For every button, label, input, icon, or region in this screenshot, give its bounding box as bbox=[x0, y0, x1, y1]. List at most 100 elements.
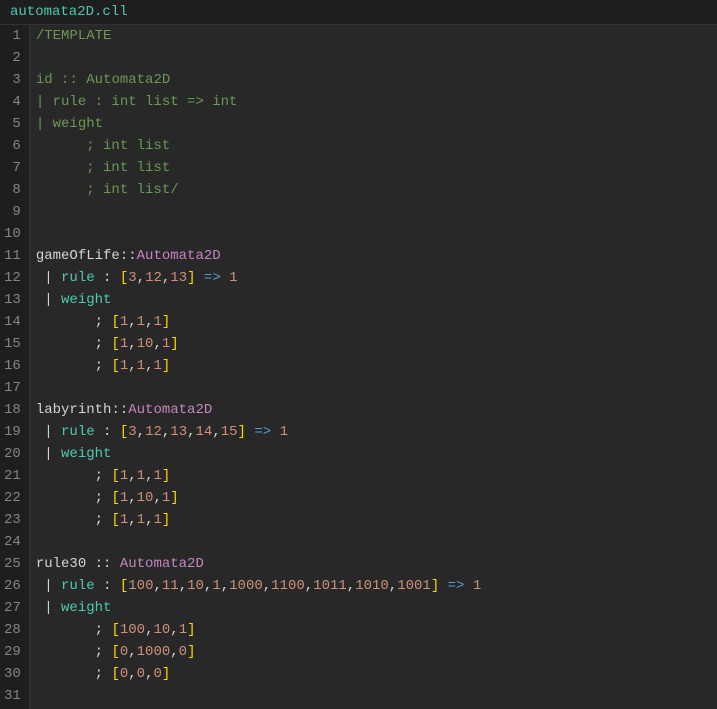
code-line[interactable]: | weight bbox=[36, 597, 717, 619]
token: 15 bbox=[221, 424, 238, 440]
line-number: 14 bbox=[4, 311, 21, 333]
token: , bbox=[128, 512, 136, 528]
code-area[interactable]: /TEMPLATEid :: Automata2D| rule : int li… bbox=[30, 25, 717, 709]
code-line[interactable] bbox=[36, 531, 717, 553]
token: 1000 bbox=[137, 644, 171, 660]
token: 13 bbox=[170, 424, 187, 440]
token: , bbox=[128, 358, 136, 374]
token: weight bbox=[61, 292, 111, 308]
code-line[interactable]: ; int list bbox=[36, 135, 717, 157]
token: ; bbox=[36, 512, 112, 528]
token: ] bbox=[238, 424, 246, 440]
code-line[interactable]: ; [1,1,1] bbox=[36, 311, 717, 333]
line-number: 20 bbox=[4, 443, 21, 465]
line-number: 31 bbox=[4, 685, 21, 707]
token: [ bbox=[111, 490, 119, 506]
code-line[interactable]: ; int list bbox=[36, 157, 717, 179]
line-number: 12 bbox=[4, 267, 21, 289]
token: ] bbox=[170, 490, 178, 506]
token bbox=[53, 600, 61, 616]
token: 10 bbox=[153, 622, 170, 638]
code-line[interactable]: gameOfLife::Automata2D bbox=[36, 245, 717, 267]
token: 1 bbox=[120, 468, 128, 484]
token: ; bbox=[36, 336, 112, 352]
token bbox=[271, 424, 279, 440]
code-line[interactable]: ; [1,10,1] bbox=[36, 487, 717, 509]
token bbox=[53, 446, 61, 462]
filename-label: automata2D.cll bbox=[10, 4, 128, 20]
token: rule30 bbox=[36, 556, 86, 572]
token: ] bbox=[162, 512, 170, 528]
token: => bbox=[448, 578, 465, 594]
tab-title[interactable]: automata2D.cll bbox=[0, 0, 717, 25]
token: ] bbox=[170, 336, 178, 352]
token: 1 bbox=[473, 578, 481, 594]
code-line[interactable]: rule30 :: Automata2D bbox=[36, 553, 717, 575]
token: , bbox=[128, 490, 136, 506]
token: /TEMPLATE bbox=[36, 28, 112, 44]
token bbox=[196, 270, 204, 286]
token: , bbox=[153, 578, 161, 594]
code-line[interactable] bbox=[36, 201, 717, 223]
token: rule bbox=[61, 424, 95, 440]
token: => bbox=[254, 424, 271, 440]
line-number: 26 bbox=[4, 575, 21, 597]
code-line[interactable] bbox=[36, 223, 717, 245]
token: , bbox=[137, 270, 145, 286]
token: , bbox=[128, 666, 136, 682]
code-line[interactable] bbox=[36, 47, 717, 69]
token bbox=[53, 292, 61, 308]
line-number: 11 bbox=[4, 245, 21, 267]
token: | bbox=[44, 600, 52, 616]
code-line[interactable]: | rule : [3,12,13,14,15] => 1 bbox=[36, 421, 717, 443]
line-number: 10 bbox=[4, 223, 21, 245]
code-line[interactable]: | weight bbox=[36, 113, 717, 135]
token bbox=[53, 578, 61, 594]
code-line[interactable] bbox=[36, 685, 717, 707]
token: ; bbox=[36, 622, 112, 638]
token: 1 bbox=[153, 512, 161, 528]
token: 13 bbox=[170, 270, 187, 286]
token: rule bbox=[61, 270, 95, 286]
code-line[interactable]: id :: Automata2D bbox=[36, 69, 717, 91]
token: 11 bbox=[162, 578, 179, 594]
code-line[interactable]: ; [1,1,1] bbox=[36, 509, 717, 531]
code-line[interactable]: ; [0,0,0] bbox=[36, 663, 717, 685]
code-line[interactable]: ; int list/ bbox=[36, 179, 717, 201]
token bbox=[36, 292, 44, 308]
token: , bbox=[263, 578, 271, 594]
code-line[interactable]: | weight bbox=[36, 289, 717, 311]
token: ] bbox=[162, 358, 170, 374]
token: Automata2D bbox=[137, 248, 221, 264]
code-line[interactable]: /TEMPLATE bbox=[36, 25, 717, 47]
code-line[interactable]: ; [0,1000,0] bbox=[36, 641, 717, 663]
line-number: 29 bbox=[4, 641, 21, 663]
code-line[interactable]: ; [1,1,1] bbox=[36, 465, 717, 487]
token: ; bbox=[36, 358, 112, 374]
token: , bbox=[137, 424, 145, 440]
code-line[interactable]: ; [1,10,1] bbox=[36, 333, 717, 355]
code-line[interactable]: labyrinth::Automata2D bbox=[36, 399, 717, 421]
token: | rule : int list => int bbox=[36, 94, 238, 110]
token: ; bbox=[36, 644, 112, 660]
token: 100 bbox=[120, 622, 145, 638]
code-line[interactable]: | rule : [100,11,10,1,1000,1100,1011,101… bbox=[36, 575, 717, 597]
token: weight bbox=[61, 600, 111, 616]
token: | weight bbox=[36, 116, 103, 132]
code-line[interactable]: ; [100,10,1] bbox=[36, 619, 717, 641]
line-number: 6 bbox=[4, 135, 21, 157]
token: 10 bbox=[137, 490, 154, 506]
token: Automata2D bbox=[128, 402, 212, 418]
token: 12 bbox=[145, 424, 162, 440]
token: 10 bbox=[187, 578, 204, 594]
code-line[interactable]: | weight bbox=[36, 443, 717, 465]
token: : bbox=[95, 270, 120, 286]
token: 1 bbox=[120, 358, 128, 374]
code-line[interactable]: | rule : int list => int bbox=[36, 91, 717, 113]
code-line[interactable]: ; [1,1,1] bbox=[36, 355, 717, 377]
token: Automata2D bbox=[120, 556, 204, 572]
line-number: 24 bbox=[4, 531, 21, 553]
token: 12 bbox=[145, 270, 162, 286]
code-line[interactable] bbox=[36, 377, 717, 399]
code-line[interactable]: | rule : [3,12,13] => 1 bbox=[36, 267, 717, 289]
